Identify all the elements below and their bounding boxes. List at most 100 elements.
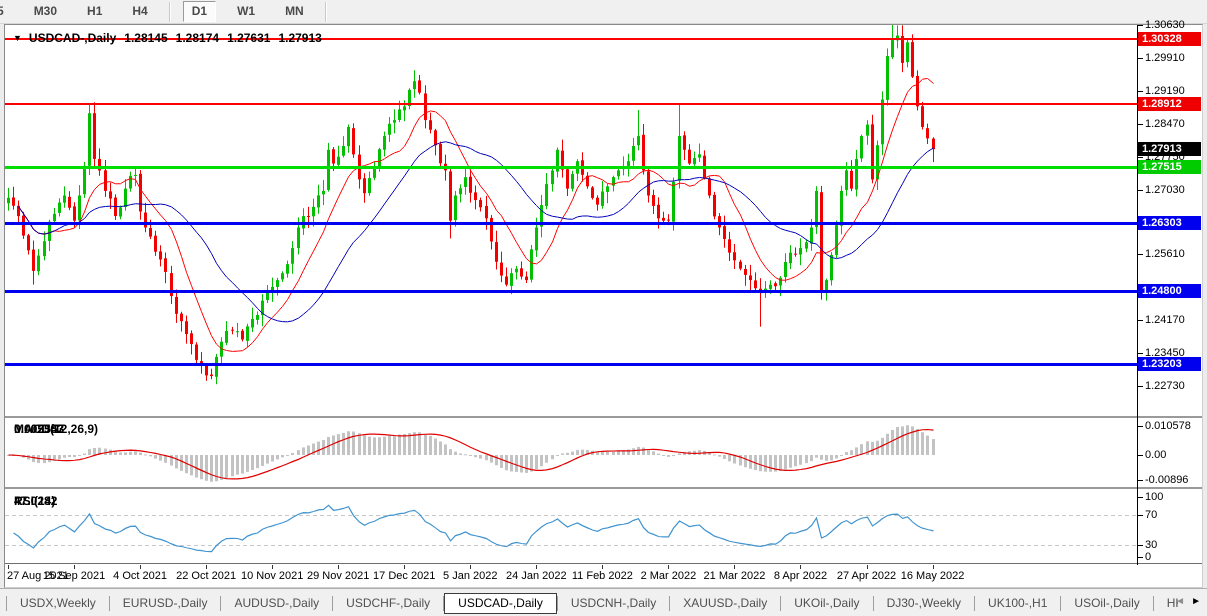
- macd-tick-label: 0.010578: [1145, 420, 1191, 432]
- ohlc-close: 1.27913: [278, 31, 322, 45]
- tabs-scroll-right-icon[interactable]: ►: [1191, 596, 1201, 608]
- chart-tab-usoil-daily[interactable]: USOil-,Daily: [1061, 593, 1152, 614]
- chart-tab-bar: USDX,Weekly EURUSD-,Daily AUDUSD-,Daily USD…: [0, 588, 1207, 616]
- rsi-tick-label: 100: [1145, 491, 1164, 503]
- price-tick-label: 1.28470: [1145, 117, 1185, 130]
- chart-tab-eurusd-daily[interactable]: EURUSD-,Daily: [110, 593, 221, 614]
- date-tick-mark: [74, 565, 76, 569]
- date-tick-mark: [338, 565, 340, 569]
- date-tick-label: 8 Apr 2022: [773, 570, 828, 582]
- rsi-pane-canvas[interactable]: [5, 490, 1137, 563]
- price-level-badge: 1.26303: [1138, 215, 1201, 230]
- timeframe-button-m30[interactable]: M30: [25, 1, 66, 22]
- macd-tick-mark: [1138, 455, 1143, 456]
- date-tick-label: 29 Nov 2021: [306, 570, 370, 582]
- chart-tab-xauusd-daily[interactable]: XAUUSD-,Daily: [670, 593, 780, 614]
- symbol-label: USDCAD-,Daily: [28, 31, 117, 45]
- price-tick-mark: [1138, 320, 1143, 322]
- timeframe-button-h4[interactable]: H4: [123, 1, 156, 22]
- rsi-tick-label: 30: [1145, 539, 1158, 551]
- chart-tab-usdchf-daily[interactable]: USDCHF-,Daily: [333, 593, 443, 614]
- timeframe-button-d1[interactable]: D1: [182, 1, 217, 22]
- rsi-tick-mark: [1138, 497, 1143, 498]
- price-tick-label: 1.22730: [1145, 380, 1185, 393]
- trading-terminal: 5 M30 H1 H4 D1 W1 MN ▼ USDCAD-,Daily 1.28145 1…: [0, 0, 1207, 616]
- date-tick-mark: [206, 565, 208, 569]
- date-tick-label: 21 Mar 2022: [703, 570, 766, 582]
- date-tick-label: 17 Dec 2021: [373, 570, 436, 582]
- date-tick-label: 24 Jan 2022: [506, 570, 567, 582]
- price-level-badge: 1.27913: [1138, 142, 1201, 157]
- price-tick-mark: [1138, 386, 1143, 388]
- price-level-badge: 1.23203: [1138, 357, 1201, 372]
- ohlc-low: 1.27631: [227, 31, 271, 45]
- date-tick-mark: [800, 565, 802, 569]
- timeframe-button-w1[interactable]: W1: [228, 1, 264, 22]
- date-tick-mark: [140, 565, 142, 569]
- date-tick-label: 10 Nov 2021: [240, 570, 304, 582]
- toolbar-separator: [324, 1, 327, 22]
- pane-separator[interactable]: [5, 416, 1202, 419]
- ohlc-high: 1.28174: [175, 31, 220, 45]
- rsi-tick-mark: [1138, 545, 1143, 546]
- price-tick-mark: [1138, 25, 1143, 26]
- rsi-tick-label: 70: [1145, 509, 1158, 521]
- tabs-scroll-left-icon[interactable]: ◄: [1175, 596, 1185, 608]
- price-level-badge: 1.28912: [1138, 96, 1201, 111]
- price-level-badge: 1.24800: [1138, 284, 1201, 299]
- macd-signal-value: 0.005547: [14, 422, 65, 436]
- price-tick-mark: [1138, 156, 1143, 158]
- price-tick-label: 1.25610: [1145, 248, 1185, 261]
- symbol-dropdown-icon[interactable]: ▼: [13, 31, 22, 45]
- chart-window: ▼ USDCAD-,Daily 1.28145 1.28174 1.27631 …: [4, 19, 1203, 588]
- rsi-tick-mark: [1138, 515, 1143, 516]
- date-tick-mark: [668, 565, 670, 569]
- price-tick-mark: [1138, 123, 1143, 125]
- price-tick-mark: [1138, 254, 1143, 256]
- date-tick-mark: [536, 565, 538, 569]
- pane-separator[interactable]: [5, 487, 1202, 490]
- price-level-badge: 1.27515: [1138, 160, 1201, 175]
- macd-tick-mark: [1138, 479, 1143, 481]
- chart-tab-audusd-daily[interactable]: AUDUSD-,Daily: [221, 593, 332, 614]
- chart-tab-usdcad-daily[interactable]: USDCAD-,Daily: [444, 592, 557, 614]
- date-tick-mark: [470, 565, 472, 569]
- price-tick-label: 1.24170: [1145, 314, 1185, 327]
- date-axis[interactable]: 27 Aug 2021 15 Sep 2021 4 Oct 2021 22 Oct 2…: [5, 565, 1137, 587]
- date-tick-label: 5 Jan 2022: [443, 570, 498, 582]
- date-tick-mark: [866, 565, 868, 569]
- date-tick-mark: [8, 565, 9, 569]
- chart-tab-usdcnh-daily[interactable]: USDCNH-,Daily: [558, 593, 669, 614]
- chart-tab-ukoil-daily[interactable]: UKOil-,Daily: [781, 593, 872, 614]
- chart-tab-dj30-weekly[interactable]: DJ30-,Weekly: [874, 593, 974, 614]
- date-tick-label: 4 Oct 2021: [113, 570, 167, 582]
- timeframe-toolbar: 5 M30 H1 H4 D1 W1 MN: [0, 0, 1207, 24]
- price-tick-mark: [1138, 189, 1143, 191]
- timeframe-button-mn[interactable]: MN: [276, 1, 313, 22]
- price-tick-mark: [1138, 57, 1143, 59]
- timeframe-button-5[interactable]: 5: [0, 1, 13, 22]
- date-tick-label: 2 Mar 2022: [640, 570, 697, 582]
- chart-tab-usdx-weekly[interactable]: USDX,Weekly: [7, 593, 109, 614]
- date-tick-label: 22 Oct 2021: [176, 570, 237, 582]
- macd-pane-canvas[interactable]: [5, 419, 1137, 487]
- date-tick-label: 16 May 2022: [900, 570, 965, 582]
- chart-tab-uk100-h1[interactable]: UK100-,H1: [975, 593, 1060, 614]
- chart-symbol-readout: ▼ USDCAD-,Daily 1.28145 1.28174 1.27631 …: [13, 31, 322, 45]
- price-chart-canvas[interactable]: [5, 25, 1137, 416]
- date-tick-label: 11 Feb 2022: [571, 570, 633, 582]
- timeframe-button-h1[interactable]: H1: [78, 1, 111, 22]
- toolbar-separator: [168, 1, 171, 22]
- price-tick-mark: [1138, 353, 1143, 355]
- price-tick-label: 1.29190: [1145, 84, 1185, 97]
- price-level-badge: 1.30328: [1138, 31, 1201, 46]
- chart-tabs: USDX,Weekly EURUSD-,Daily AUDUSD-,Daily USD…: [0, 589, 1178, 616]
- price-tick-label: 1.27030: [1145, 183, 1185, 196]
- macd-tick-label: -0.00896: [1145, 473, 1189, 486]
- date-tick-mark: [734, 565, 736, 569]
- date-tick-label: 27 Apr 2022: [836, 570, 897, 582]
- date-tick-label: 15 Sep 2021: [42, 570, 106, 582]
- macd-tick-mark: [1138, 426, 1143, 427]
- date-tick-mark: [404, 565, 406, 569]
- rsi-value: 47.0282: [14, 494, 58, 508]
